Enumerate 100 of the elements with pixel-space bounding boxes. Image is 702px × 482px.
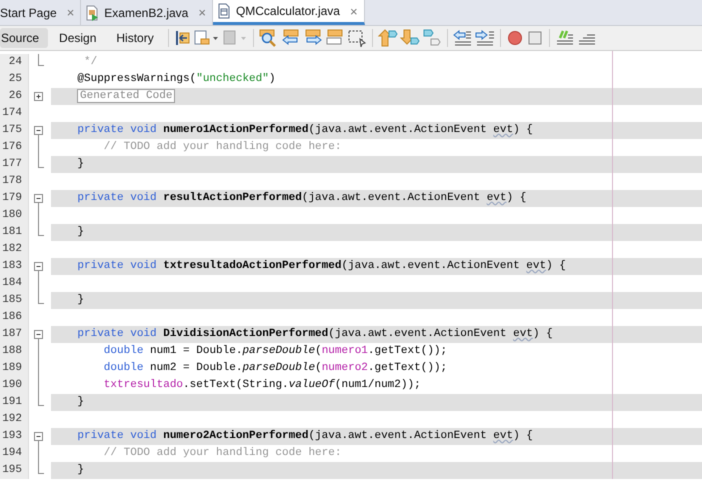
forward-icon [222,29,248,47]
code-text: @SuppressWarnings( [76,73,196,85]
view-tab[interactable]: Source [0,28,48,48]
static-method: valueOf [288,379,335,391]
line-number: 192 [0,411,28,428]
field-reference: numero2 [322,362,368,374]
code-text: } [76,158,84,170]
code-text: num1 = Double. [150,345,242,357]
line-number: 25 [0,71,28,88]
line-number: 24 [0,54,28,71]
code-text: (java.awt.event.ActionEvent [308,124,488,136]
tab-label: Start Page [0,6,58,20]
record-icon[interactable] [506,29,524,47]
close-icon[interactable]: × [66,5,74,20]
file-tab[interactable]: ExamenB2.java × [81,0,213,25]
code-text: (num1/num2)); [334,379,421,391]
move-down-icon[interactable] [400,29,420,47]
collapsed-code-box: Generated Code [77,89,176,103]
line-number: 174 [0,105,28,122]
code-comment: */ [83,56,98,68]
line-number: 194 [0,445,28,462]
code-text: } [76,464,84,476]
method-name: resultActionPerformed [163,192,302,204]
find-previous-icon[interactable] [280,29,301,47]
line-number: 186 [0,309,28,326]
line-number: 180 [0,207,28,224]
last-edit-icon[interactable] [194,29,220,47]
shift-left-icon[interactable] [452,29,473,47]
line-number: 175 [0,122,28,139]
code-text: (java.awt.event.ActionEvent [308,430,488,442]
code-text: ) { [546,260,566,272]
method-name: txtresultadoActionPerformed [163,260,342,272]
method-name: numero1ActionPerformed [163,124,308,136]
static-method: parseDouble [242,345,316,357]
file-tab[interactable]: Start Page × [0,0,82,25]
stop-icon[interactable] [526,29,544,47]
code-text: .setText(String. [183,379,289,391]
comment-icon[interactable] [554,29,575,47]
line-number: 181 [0,224,28,241]
line-number: 188 [0,343,28,360]
line-number: 193 [0,428,28,445]
line-number: 195 [0,462,28,479]
code-text: ) { [513,124,533,136]
static-method: parseDouble [242,362,316,374]
code-comment: // TODO add your handling code here: [102,447,342,459]
line-number: 179 [0,190,28,207]
code-comment: // TODO add your handling code here: [102,141,342,153]
code-text: ( [315,345,322,357]
find-next-icon[interactable] [302,29,323,47]
line-number: 184 [0,275,28,292]
tab-label: ExamenB2.java [104,6,190,20]
code-text: ( [315,362,322,374]
code-text: (java.awt.event.ActionEvent [341,260,521,272]
method-name: DividisionActionPerformed [163,328,328,340]
field-reference: txtresultado [102,379,184,391]
view-tab[interactable]: History [107,28,163,48]
warned-parameter: evt [493,430,514,442]
close-icon[interactable]: × [350,4,358,18]
warned-parameter: evt [486,192,506,204]
view-tab[interactable]: Design [50,28,106,48]
line-number: 26 [0,88,28,105]
tab-label: QMCcalculator.java [236,4,341,18]
shift-right-icon[interactable] [474,29,495,47]
keyword: double [102,362,144,374]
code-text: ) [268,73,276,85]
keyword: double [102,345,144,357]
line-number: 190 [0,377,28,394]
close-icon[interactable]: × [198,5,206,20]
code-text: ) { [506,192,526,204]
line-number: 176 [0,139,28,156]
line-number: 182 [0,241,28,258]
line-number: 189 [0,360,28,377]
tag-icon[interactable] [422,29,442,47]
field-reference: numero1 [322,345,368,357]
warned-parameter: evt [513,328,533,340]
code-text: } [76,294,84,306]
keyword: private void [76,124,158,136]
code-text: (java.awt.event.ActionEvent [328,328,508,340]
line-number: 191 [0,394,28,411]
code-text: .getText()); [368,362,448,374]
warned-parameter: evt [493,124,514,136]
code-text: ) { [532,328,553,340]
line-number: 178 [0,173,28,190]
keyword: private void [76,430,158,442]
back-icon[interactable] [174,29,192,47]
code-text: (java.awt.event.ActionEvent [302,192,482,204]
code-text: } [76,226,84,238]
keyword: private void [76,328,158,340]
code-text: num2 = Double. [150,362,242,374]
line-number: 177 [0,156,28,173]
line-number: 187 [0,326,28,343]
line-number: 183 [0,258,28,275]
file-tab[interactable]: QMCcalculator.java × [212,0,365,25]
keyword: private void [76,192,158,204]
string-literal: "unchecked" [196,73,269,85]
warned-parameter: evt [526,260,546,272]
code-text: } [76,396,84,408]
code-text: .getText()); [368,345,448,357]
move-up-icon[interactable] [378,29,398,47]
selection-icon[interactable] [346,29,367,47]
